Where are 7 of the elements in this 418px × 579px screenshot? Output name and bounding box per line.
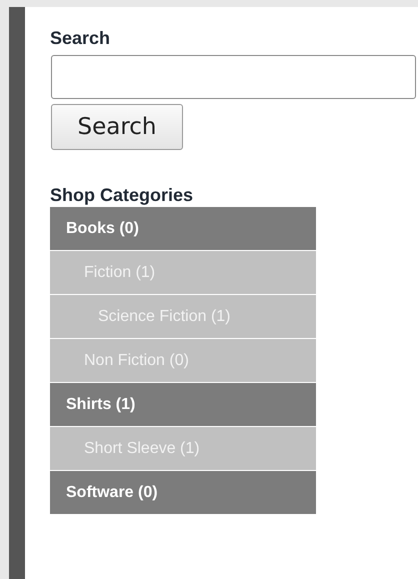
- category-item[interactable]: Software (0): [50, 471, 316, 514]
- category-item[interactable]: Books (0): [50, 207, 316, 250]
- categories-heading: Shop Categories: [50, 184, 194, 206]
- search-button[interactable]: Search: [51, 104, 183, 150]
- search-heading: Search: [50, 27, 110, 49]
- search-field[interactable]: [51, 55, 416, 99]
- category-item[interactable]: Shirts (1): [50, 383, 316, 426]
